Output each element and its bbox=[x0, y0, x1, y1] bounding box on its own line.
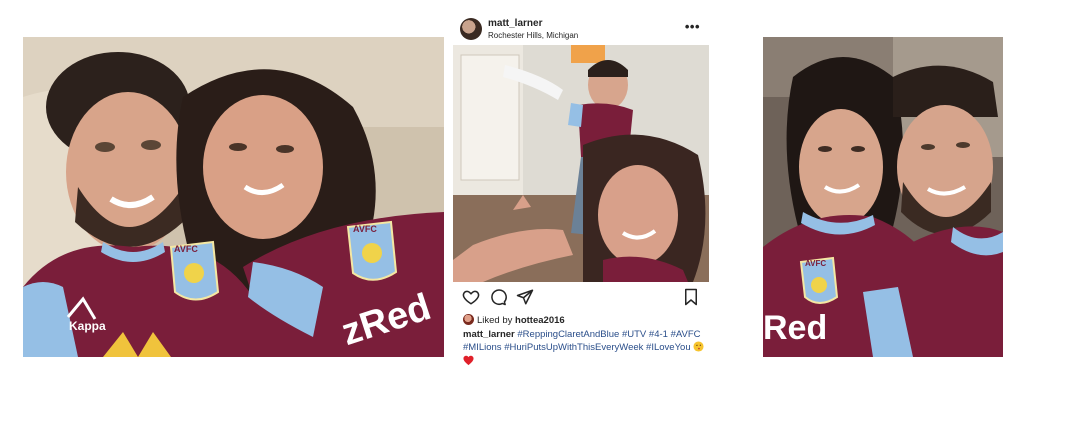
caption-username[interactable]: matt_larner bbox=[463, 329, 515, 340]
post-caption: matt_larner #ReppingClaretAndBlue #UTV #… bbox=[463, 329, 705, 370]
crest-badge-text-woman: AVFC bbox=[353, 224, 377, 234]
bookmark-icon[interactable] bbox=[682, 288, 700, 306]
liker-avatar[interactable] bbox=[463, 314, 474, 325]
sponsor-text-right: Red bbox=[763, 309, 828, 347]
hashtag[interactable]: #4-1 bbox=[649, 329, 668, 340]
hashtag[interactable]: #ILoveYou bbox=[646, 342, 691, 353]
post-username[interactable]: matt_larner bbox=[488, 18, 542, 29]
selfie-photo-left: AVFC AVFC zRed Kappa bbox=[23, 37, 444, 357]
more-options-icon[interactable]: ••• bbox=[685, 19, 700, 34]
hashtag[interactable]: #UTV bbox=[622, 329, 646, 340]
post-photo bbox=[453, 45, 709, 282]
selfie-photo-right: AVFC Red bbox=[763, 37, 1003, 357]
hashtag[interactable]: #ReppingClaretAndBlue bbox=[517, 329, 619, 340]
post-actions bbox=[452, 288, 710, 308]
instagram-post: matt_larner Rochester Hills, Michigan ••… bbox=[452, 12, 710, 367]
hashtag[interactable]: #AVFC bbox=[671, 329, 701, 340]
post-header: matt_larner Rochester Hills, Michigan ••… bbox=[452, 12, 710, 44]
kiss-emoji-icon bbox=[693, 340, 704, 356]
heart-emoji-icon bbox=[463, 355, 474, 370]
post-location[interactable]: Rochester Hills, Michigan bbox=[488, 31, 578, 40]
heart-icon[interactable] bbox=[462, 288, 480, 306]
share-icon[interactable] bbox=[516, 288, 534, 306]
liked-by-user[interactable]: hottea2016 bbox=[515, 315, 565, 326]
crest-badge-text-right: AVFC bbox=[805, 259, 827, 268]
hashtag[interactable]: #MILions bbox=[463, 342, 502, 353]
hashtag[interactable]: #HuriPutsUpWithThisEveryWeek bbox=[504, 342, 643, 353]
user-avatar[interactable] bbox=[460, 18, 482, 40]
kit-brand-text: Kappa bbox=[69, 319, 106, 333]
comment-icon[interactable] bbox=[489, 288, 507, 306]
crest-badge-text: AVFC bbox=[174, 244, 198, 254]
liked-by-prefix: Liked by bbox=[477, 315, 516, 326]
liked-by-line: Liked by hottea2016 bbox=[463, 314, 565, 326]
